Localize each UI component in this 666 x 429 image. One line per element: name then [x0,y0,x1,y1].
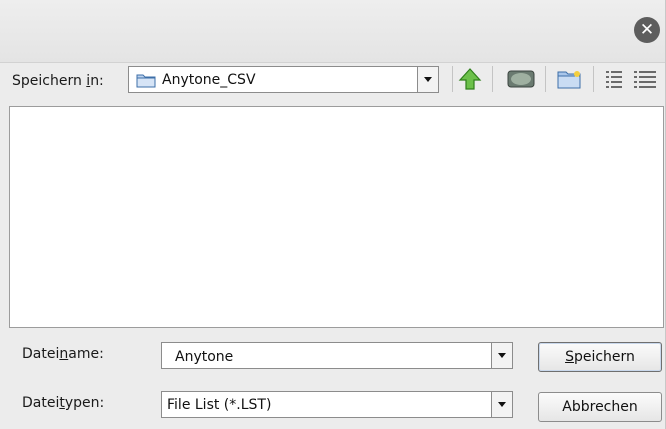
save-button-label: peichern [573,349,635,365]
save-button[interactable]: Speichern [538,342,662,372]
filetype-label: Dateitypen: [22,395,104,411]
cancel-button-label: Abbrechen [562,399,638,415]
chevron-down-icon[interactable] [491,343,512,368]
filename-label-part1: Datei [22,346,60,362]
toolbar-separator [593,66,594,92]
save-dialog: ✕ Speichern in: Anytone_CSV Dateiname: A… [0,0,666,429]
filename-value: Anytone [175,349,234,365]
save-in-value: Anytone_CSV [162,72,256,88]
filename-label-part2: ame: [68,346,104,362]
chevron-down-icon[interactable] [491,392,512,417]
toolbar-separator [545,66,546,92]
save-in-label-part1: Speichern [12,73,87,89]
filetype-select[interactable]: File List (*.LST) [161,391,513,418]
chevron-down-icon[interactable] [417,67,438,92]
folder-icon [136,72,156,92]
details-view-icon[interactable] [634,70,656,92]
filetype-value: File List (*.LST) [167,397,272,413]
filetype-label-part1: Datei [22,395,60,411]
filetype-label-part2: ypen: [64,395,105,411]
filename-field[interactable]: Anytone [161,342,513,369]
filename-label-mnemonic: n [59,346,69,362]
up-one-level-icon[interactable] [458,66,482,96]
file-list[interactable] [9,106,664,328]
close-icon[interactable]: ✕ [634,17,660,43]
desktop-icon[interactable] [506,66,536,96]
save-in-label: Speichern in: [12,73,104,89]
save-in-combobox[interactable]: Anytone_CSV [128,66,439,93]
list-view-icon[interactable] [605,70,623,92]
title-bar: ✕ [0,0,665,63]
toolbar-separator [492,66,493,92]
toolbar-separator [452,66,453,92]
cancel-button[interactable]: Abbrechen [538,392,662,422]
new-folder-icon[interactable] [555,66,583,96]
save-in-label-part2: n: [90,73,104,89]
save-button-mnemonic: S [565,349,574,365]
filename-label: Dateiname: [22,346,104,362]
